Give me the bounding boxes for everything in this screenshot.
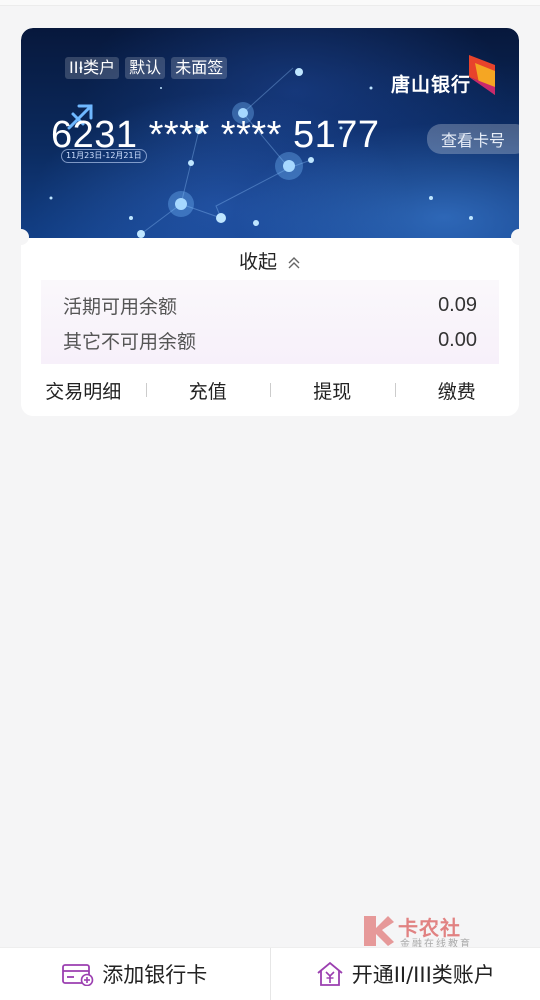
bank-card[interactable]: III类户 默认 未面签 唐山银行 11月23日-12月21日 6231 ***… xyxy=(21,28,519,238)
balance-value: 0.09 xyxy=(438,294,477,316)
house-yen-icon xyxy=(317,961,343,986)
bank-card-panel: III类户 默认 未面签 唐山银行 11月23日-12月21日 6231 ***… xyxy=(21,28,519,416)
add-card-icon xyxy=(62,964,94,986)
status-bar-divider xyxy=(0,0,540,6)
default-tag: 默认 xyxy=(125,57,166,79)
face-sign-tag: 未面签 xyxy=(171,57,228,79)
top-up-button[interactable]: 充值 xyxy=(145,377,271,404)
card-actions: 交易明细 充值 提现 缴费 xyxy=(21,364,519,416)
open-account-label: 开通II/III类账户 xyxy=(351,963,495,987)
collapse-label: 收起 xyxy=(238,251,277,273)
balance-label: 活期可用余额 xyxy=(63,296,178,318)
balance-row-available: 活期可用余额 0.09 xyxy=(63,288,477,323)
bank-brand: 唐山银行 xyxy=(391,44,499,97)
open-account-button[interactable]: 开通II/III类账户 xyxy=(269,948,540,1000)
balance-label: 其它不可用余额 xyxy=(63,331,197,353)
balance-box: 活期可用余额 0.09 其它不可用余额 0.00 xyxy=(41,280,499,364)
chevron-up-double-icon xyxy=(288,256,300,268)
add-bank-card-label: 添加银行卡 xyxy=(102,963,208,987)
bank-name: 唐山银行 xyxy=(390,74,471,96)
view-card-number-button[interactable]: 查看卡号 xyxy=(426,124,519,154)
watermark-logo-icon xyxy=(364,916,394,946)
balance-value: 0.00 xyxy=(438,329,477,351)
withdraw-button[interactable]: 提现 xyxy=(270,377,395,404)
watermark: 卡农社区 金融在线教育 xyxy=(360,912,480,969)
balance-row-unavailable: 其它不可用余额 0.00 xyxy=(63,323,477,358)
bank-logo-icon xyxy=(469,55,495,95)
add-bank-card-button[interactable]: 添加银行卡 xyxy=(0,948,270,1000)
account-class-tag: III类户 xyxy=(65,57,120,79)
pay-bills-button[interactable]: 缴费 xyxy=(394,377,520,404)
card-number: 6231 **** **** 5177 xyxy=(51,114,380,156)
collapse-toggle[interactable]: 收起 xyxy=(21,238,519,280)
bottom-bar: 添加银行卡 开通II/III类账户 xyxy=(0,947,540,1000)
account-tags: III类户 默认 未面签 xyxy=(65,57,228,79)
transaction-details-button[interactable]: 交易明细 xyxy=(21,377,146,404)
